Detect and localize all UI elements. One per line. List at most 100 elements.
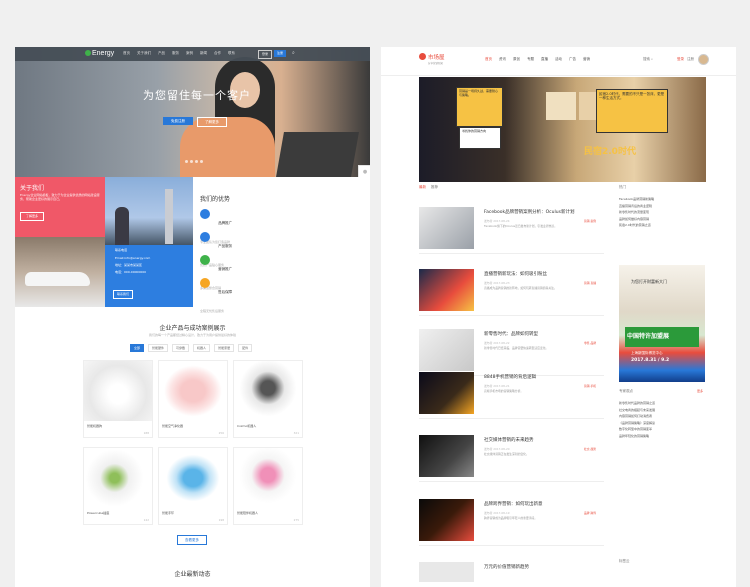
article-title[interactable]: 品牌跨界营销：如何玩出新意 bbox=[484, 501, 604, 507]
article-tag[interactable]: 社交·趋势 bbox=[584, 447, 596, 451]
article-title[interactable]: 新零售时代：品牌如何转型 bbox=[484, 331, 604, 337]
article-meta: 发布者 2017-08-19 bbox=[484, 511, 510, 515]
article-tag[interactable]: 零售·品牌 bbox=[584, 341, 596, 345]
nav-item[interactable]: 直播 bbox=[541, 57, 548, 62]
article-tag[interactable]: 营销·案例 bbox=[584, 219, 596, 223]
nav-item[interactable]: 新闻 bbox=[200, 51, 207, 56]
product-card[interactable]: 智能空气净化器 256 bbox=[158, 360, 228, 438]
hot-item[interactable]: 民宿2.0时代的营销之道 bbox=[619, 223, 709, 227]
search-icon[interactable]: ⌕ bbox=[292, 50, 295, 56]
nav-item[interactable]: 首页 bbox=[123, 51, 130, 56]
article-item[interactable]: 直播营销新玩法：如何吸引粉丝 发布者 2017-08-23 营销·直播 直播成为… bbox=[419, 269, 604, 317]
card-meta: 188 bbox=[143, 431, 149, 435]
article-title[interactable]: 社交媒体营销的未来趋势 bbox=[484, 437, 604, 443]
article-thumb bbox=[419, 499, 474, 541]
hero-secondary-button[interactable]: 了解更多 bbox=[197, 117, 227, 127]
nav-item[interactable]: 活动 bbox=[555, 57, 562, 62]
about-more-button[interactable]: 了解更多 bbox=[20, 212, 44, 221]
logo-subtitle: 分享营销新知 bbox=[428, 62, 444, 65]
nav-item[interactable]: 首页 bbox=[485, 57, 492, 62]
article-item[interactable]: 品牌跨界营销：如何玩出新意 发布者 2017-08-19 品牌·跨界 跨界营销成… bbox=[419, 499, 604, 547]
product-card[interactable]: Powercube插座 142 bbox=[83, 447, 153, 525]
article-title[interactable]: 万元的价值营销新趋势 bbox=[484, 564, 604, 570]
tab-latest[interactable]: 最新 bbox=[419, 185, 426, 190]
login-link[interactable]: 登录 bbox=[677, 57, 684, 62]
product-card[interactable]: 智能机器狗 188 bbox=[83, 360, 153, 438]
logo-text[interactable]: 市场屋 bbox=[428, 53, 445, 61]
article-title[interactable]: Facebook品牌营销案例分析：Oculus新计划 bbox=[484, 209, 604, 215]
products-tab[interactable]: 智能家居 bbox=[214, 344, 235, 352]
hot-item[interactable]: 直播营销背后的商业逻辑 bbox=[619, 204, 709, 208]
search-link[interactable]: 搜索 ⌕ bbox=[643, 57, 653, 62]
nav-item[interactable]: 原创 bbox=[513, 57, 520, 62]
article-item[interactable]: 新零售时代：品牌如何转型 发布者 2017-08-22 零售·品牌 新零售时代已… bbox=[419, 329, 604, 377]
article-item[interactable]: 万元的价值营销新趋势 bbox=[419, 562, 604, 587]
product-card[interactable]: 智能手环 198 bbox=[158, 447, 228, 525]
nav-item[interactable]: 资讯 bbox=[499, 57, 506, 62]
card-meta: 198 bbox=[218, 518, 224, 522]
login-button[interactable]: 登录 bbox=[258, 50, 272, 59]
leaf-icon bbox=[85, 50, 91, 57]
product-card[interactable]: 智能陪伴机器人 275 bbox=[233, 447, 303, 525]
article-item[interactable]: 社交媒体营销的未来趋势 发布者 2017-08-20 社交·趋势 社交媒体营销正… bbox=[419, 435, 604, 483]
products-tab[interactable]: 可穿戴 bbox=[172, 344, 190, 352]
wristband-image bbox=[159, 448, 227, 508]
hot-item[interactable]: 新零售时代的流量变现 bbox=[619, 210, 709, 214]
expert-item[interactable]: 数字化转型中的营销变革 bbox=[619, 427, 709, 431]
banner-note: 寻找你的营销方向 bbox=[459, 127, 501, 149]
tab-recommend[interactable]: 推荐 bbox=[431, 185, 438, 190]
products-tab[interactable]: 智能硬件 bbox=[148, 344, 169, 352]
article-thumb bbox=[419, 435, 474, 477]
carousel-dots[interactable] bbox=[185, 160, 203, 163]
article-title[interactable]: 8848手机营销的背后逻辑 bbox=[484, 374, 604, 380]
product-icon bbox=[200, 232, 210, 242]
nav-item[interactable]: 服务 bbox=[172, 51, 179, 56]
nav-item[interactable]: 合作 bbox=[214, 51, 221, 56]
expert-item[interactable]: 社交电商的崛起与未来发展 bbox=[619, 408, 709, 412]
hero-title: 为您留住每一个客户 bbox=[143, 90, 251, 102]
hot-item[interactable]: Facebook品牌营销新策略 bbox=[619, 197, 709, 201]
hero-shirt bbox=[180, 117, 275, 177]
contact-button[interactable]: 联系我们 bbox=[113, 290, 133, 299]
sidebar-title: 热门 bbox=[619, 185, 626, 189]
article-meta: 发布者 2017-08-22 bbox=[484, 341, 510, 345]
expert-item[interactable]: 《品牌营销策略》深度解读 bbox=[619, 421, 709, 425]
expert-item[interactable]: 品牌年轻化的营销策略 bbox=[619, 434, 709, 438]
article-tag[interactable]: 营销·手机 bbox=[584, 384, 596, 388]
nav-item[interactable]: 广告 bbox=[569, 57, 576, 62]
article-item[interactable]: 8848手机营销的背后逻辑 发布者 2017-08-21 营销·手机 高端手机市… bbox=[419, 372, 604, 420]
avatar[interactable] bbox=[698, 54, 709, 65]
article-tag[interactable]: 营销·直播 bbox=[584, 281, 596, 285]
nav-item[interactable]: 联系 bbox=[228, 51, 235, 56]
expert-item[interactable]: 新零售时代品牌的营销之道 bbox=[619, 401, 709, 405]
product-card[interactable]: Cozmo机器人 321 bbox=[233, 360, 303, 438]
brand-icon bbox=[200, 209, 210, 219]
ad-tagline: 为您打开财富新大门 bbox=[631, 279, 667, 284]
main-menu: 首页 关于我们 产品 服务 案例 新闻 合作 联系 bbox=[123, 51, 235, 56]
products-tab[interactable]: 机器人 bbox=[193, 344, 211, 352]
products-tab[interactable]: 配件 bbox=[238, 344, 253, 352]
article-title[interactable]: 直播营销新玩法：如何吸引粉丝 bbox=[484, 271, 604, 277]
products-tab[interactable]: 全部 bbox=[130, 344, 145, 352]
register-button[interactable]: 注册 bbox=[274, 50, 286, 57]
nav-item[interactable]: 营销 bbox=[583, 57, 590, 62]
contact-line: 电话：000-00000000 bbox=[115, 270, 147, 274]
logo[interactable]: Energy bbox=[85, 50, 114, 57]
ad-title: 中国特许加盟展 bbox=[627, 333, 670, 340]
nav-item[interactable]: 案例 bbox=[186, 51, 193, 56]
article-item[interactable]: Facebook品牌营销案例分析：Oculus新计划 发布者 2017-08-2… bbox=[419, 207, 604, 255]
nav-item[interactable]: 专题 bbox=[527, 57, 534, 62]
article-tabs: 最新 推荐 bbox=[419, 185, 438, 190]
products-more-button[interactable]: 查看更多 bbox=[177, 535, 207, 545]
expert-more-link[interactable]: 更多 bbox=[697, 389, 703, 393]
register-link[interactable]: 注册 bbox=[687, 57, 694, 62]
expert-item[interactable]: 内容营销如何打动消费者 bbox=[619, 414, 709, 418]
hero-primary-button[interactable]: 免费注册 bbox=[163, 117, 193, 125]
nav-item[interactable]: 关于我们 bbox=[137, 51, 151, 56]
top-nav: Energy 首页 关于我们 产品 服务 案例 新闻 合作 联系 登录 注册 ⌕ bbox=[15, 47, 370, 61]
tower-shape bbox=[165, 189, 173, 244]
nav-item[interactable]: 产品 bbox=[158, 51, 165, 56]
hot-item[interactable]: 品牌如何做好内容营销 bbox=[619, 217, 709, 221]
article-tag[interactable]: 品牌·跨界 bbox=[584, 511, 596, 515]
companion-robot-image bbox=[234, 448, 302, 508]
